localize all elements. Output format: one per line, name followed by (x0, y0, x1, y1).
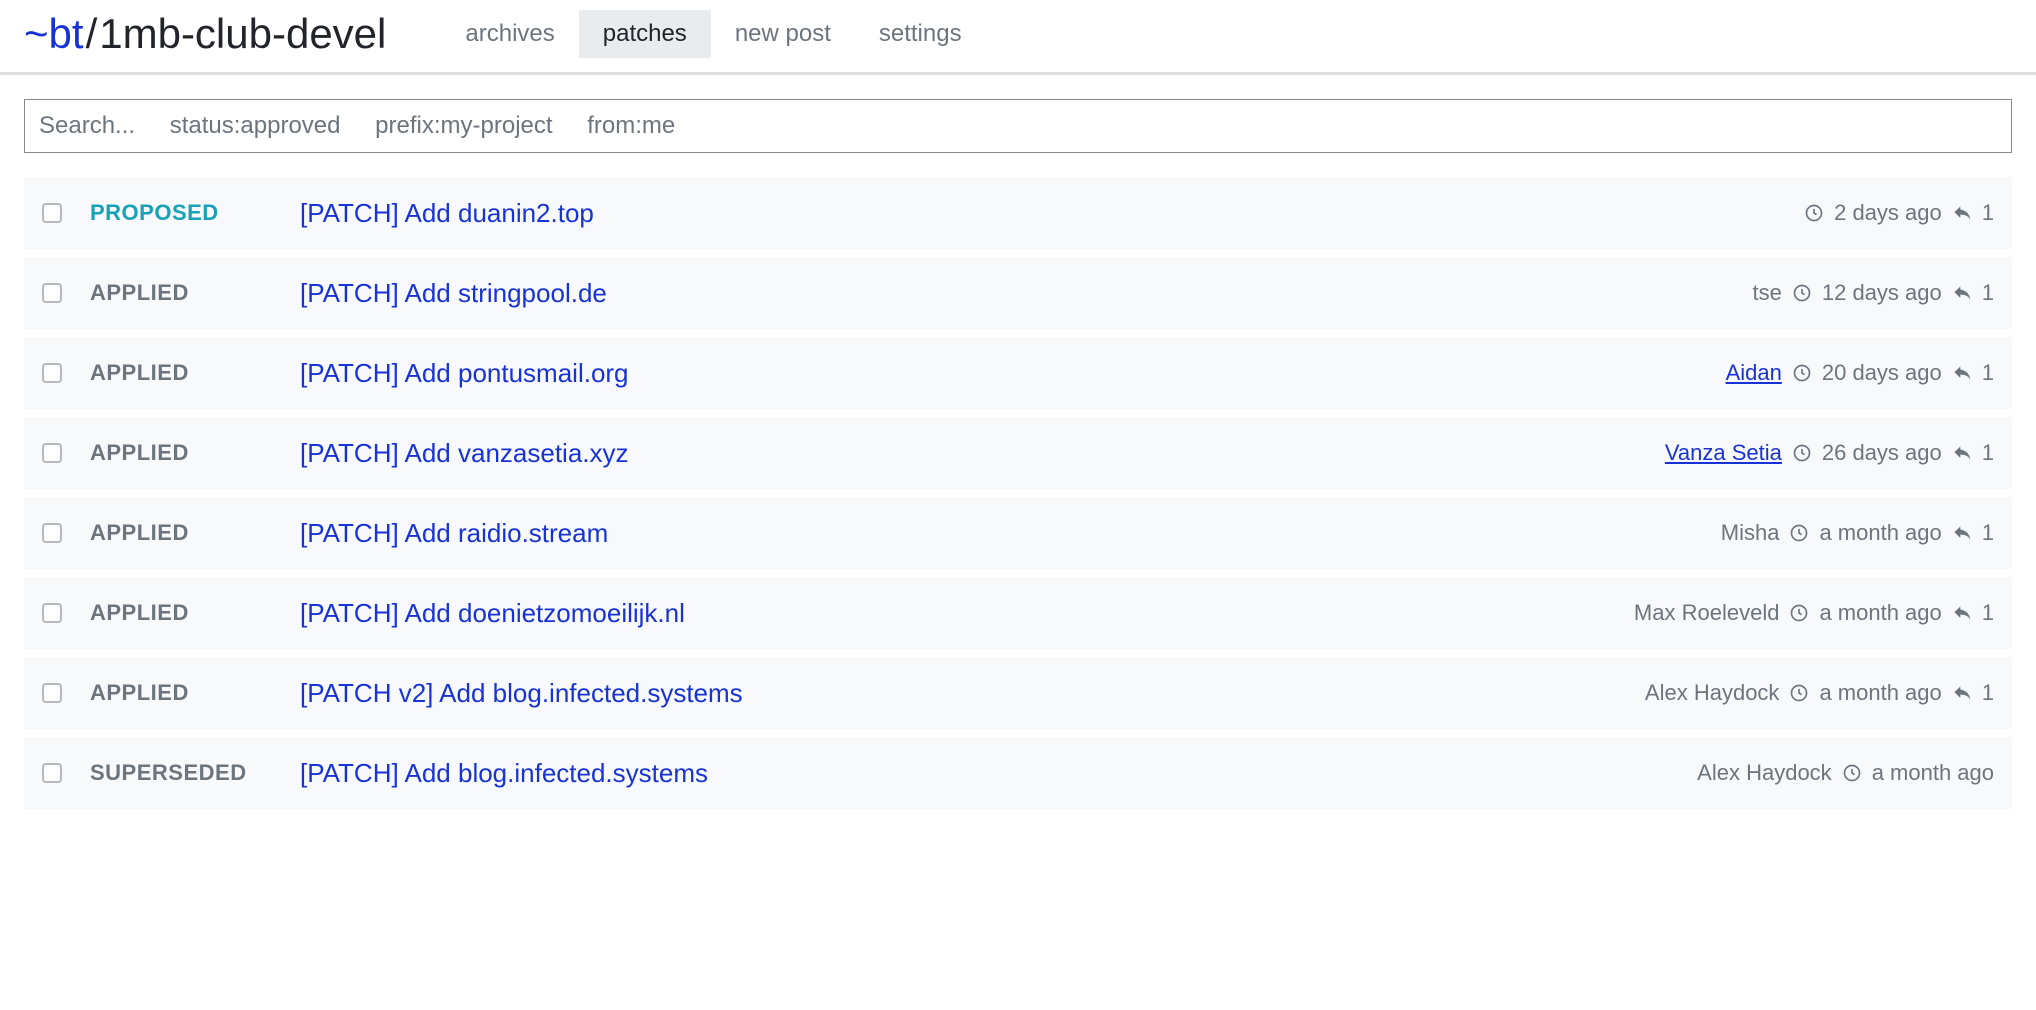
search-hint-from: from:me (587, 112, 675, 139)
reply-count: 1 (1982, 680, 1994, 706)
search-hint-prefix: prefix:my-project (375, 112, 552, 139)
status-badge: APPLIED (90, 360, 300, 386)
reply-icon (1952, 283, 1972, 303)
reply-count: 1 (1982, 520, 1994, 546)
select-checkbox[interactable] (42, 203, 62, 223)
nav-tabs: archives patches new post settings (441, 10, 985, 58)
patch-meta: Aidan 20 days ago 1 (1726, 360, 1994, 386)
tab-new-post[interactable]: new post (711, 10, 855, 58)
search-placeholder: Search... (39, 112, 135, 139)
age: 20 days ago (1822, 360, 1942, 386)
status-badge: PROPOSED (90, 200, 300, 226)
clock-icon (1792, 363, 1812, 383)
reply-count: 1 (1982, 440, 1994, 466)
patch-meta: Misha a month ago 1 (1721, 520, 1994, 546)
patch-meta: Alex Haydock a month ago 1 (1645, 680, 1994, 706)
clock-icon (1792, 443, 1812, 463)
patch-meta: 2 days ago 1 (1804, 200, 1994, 226)
tab-settings[interactable]: settings (855, 10, 986, 58)
tab-archives[interactable]: archives (441, 10, 578, 58)
reply-icon (1952, 683, 1972, 703)
age: 12 days ago (1822, 280, 1942, 306)
age: a month ago (1872, 760, 1994, 786)
patch-title[interactable]: [PATCH] Add pontusmail.org (300, 358, 1726, 389)
search-hint-status: status:approved (170, 112, 341, 139)
status-badge: SUPERSEDED (90, 760, 300, 786)
patch-title[interactable]: [PATCH] Add raidio.stream (300, 518, 1721, 549)
tab-patches[interactable]: patches (579, 10, 711, 58)
select-checkbox[interactable] (42, 763, 62, 783)
main-content: Search... status:approved prefix:my-proj… (0, 75, 2036, 841)
author: Misha (1721, 520, 1780, 546)
reply-icon (1952, 203, 1972, 223)
status-badge: APPLIED (90, 440, 300, 466)
patch-title[interactable]: [PATCH] Add blog.infected.systems (300, 758, 1697, 789)
age: a month ago (1819, 680, 1941, 706)
patch-meta: Vanza Setia 26 days ago 1 (1665, 440, 1994, 466)
patch-title[interactable]: [PATCH] Add duanin2.top (300, 198, 1804, 229)
clock-icon (1789, 683, 1809, 703)
clock-icon (1842, 763, 1862, 783)
patch-row: APPLIED[PATCH] Add pontusmail.orgAidan 20… (24, 337, 2012, 409)
reply-count: 1 (1982, 600, 1994, 626)
breadcrumb-owner[interactable]: ~bt (24, 10, 84, 58)
reply-count: 1 (1982, 360, 1994, 386)
age: a month ago (1819, 520, 1941, 546)
patch-meta: Max Roeleveld a month ago 1 (1634, 600, 1994, 626)
age: 2 days ago (1834, 200, 1942, 226)
author: Alex Haydock (1645, 680, 1780, 706)
breadcrumb: ~bt / 1mb-club-devel (24, 10, 386, 58)
patch-row: APPLIED[PATCH] Add stringpool.detse 12 da… (24, 257, 2012, 329)
author: tse (1753, 280, 1782, 306)
patch-row: APPLIED[PATCH] Add raidio.streamMisha a m… (24, 497, 2012, 569)
patch-row: SUPERSEDED[PATCH] Add blog.infected.syst… (24, 737, 2012, 809)
author: Alex Haydock (1697, 760, 1832, 786)
status-badge: APPLIED (90, 680, 300, 706)
clock-icon (1804, 203, 1824, 223)
status-badge: APPLIED (90, 280, 300, 306)
author[interactable]: Vanza Setia (1665, 440, 1782, 466)
author: Max Roeleveld (1634, 600, 1780, 626)
patch-row: APPLIED[PATCH] Add vanzasetia.xyzVanza S… (24, 417, 2012, 489)
reply-icon (1952, 443, 1972, 463)
reply-icon (1952, 603, 1972, 623)
status-badge: APPLIED (90, 600, 300, 626)
patch-title[interactable]: [PATCH] Add stringpool.de (300, 278, 1753, 309)
patch-title[interactable]: [PATCH] Add doenietzomoeilijk.nl (300, 598, 1634, 629)
age: a month ago (1819, 600, 1941, 626)
breadcrumb-repo[interactable]: 1mb-club-devel (99, 10, 386, 58)
clock-icon (1792, 283, 1812, 303)
status-badge: APPLIED (90, 520, 300, 546)
select-checkbox[interactable] (42, 283, 62, 303)
reply-count: 1 (1982, 200, 1994, 226)
page-header: ~bt / 1mb-club-devel archives patches ne… (0, 0, 2036, 75)
patch-title[interactable]: [PATCH] Add vanzasetia.xyz (300, 438, 1665, 469)
patch-row: APPLIED[PATCH] Add doenietzomoeilijk.nlM… (24, 577, 2012, 649)
select-checkbox[interactable] (42, 603, 62, 623)
patch-title[interactable]: [PATCH v2] Add blog.infected.systems (300, 678, 1645, 709)
select-checkbox[interactable] (42, 683, 62, 703)
age: 26 days ago (1822, 440, 1942, 466)
search-input[interactable]: Search... status:approved prefix:my-proj… (24, 99, 2012, 153)
patch-row: APPLIED[PATCH v2] Add blog.infected.syst… (24, 657, 2012, 729)
reply-icon (1952, 523, 1972, 543)
clock-icon (1789, 603, 1809, 623)
clock-icon (1789, 523, 1809, 543)
patch-meta: Alex Haydock a month ago (1697, 760, 1994, 786)
author[interactable]: Aidan (1726, 360, 1782, 386)
reply-icon (1952, 363, 1972, 383)
reply-count: 1 (1982, 280, 1994, 306)
select-checkbox[interactable] (42, 523, 62, 543)
patch-meta: tse 12 days ago 1 (1753, 280, 1994, 306)
patch-list: PROPOSED[PATCH] Add duanin2.top2 days ag… (24, 177, 2012, 809)
select-checkbox[interactable] (42, 443, 62, 463)
select-checkbox[interactable] (42, 363, 62, 383)
patch-row: PROPOSED[PATCH] Add duanin2.top2 days ag… (24, 177, 2012, 249)
breadcrumb-sep: / (84, 10, 100, 58)
